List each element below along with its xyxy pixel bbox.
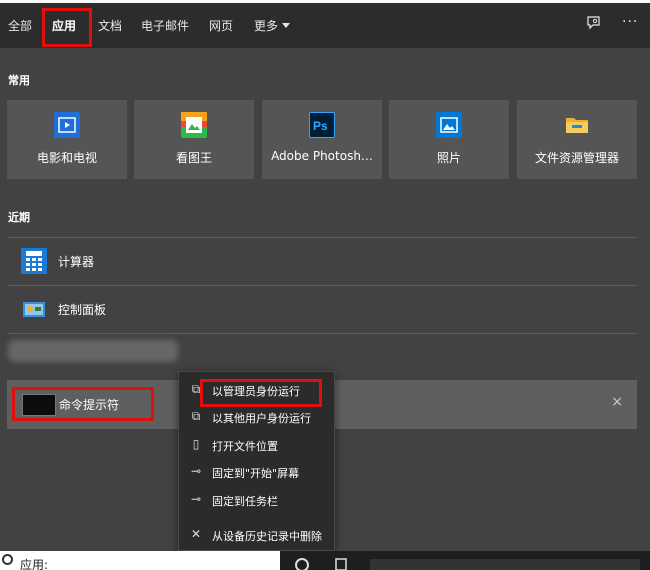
movies-tv-icon-graphic [58,117,76,133]
tab-more[interactable]: 更多 [254,17,291,34]
recent-section-title: 近期 [8,211,30,224]
open-file-location-icon: ▯ [192,437,200,451]
photoshop-icon-graphic: Ps [313,119,328,133]
highlight-apps-tab [42,8,92,47]
list-item-label: 计算器 [58,255,95,269]
photoshop-icon: Ps [309,112,335,138]
menu-item-label: 从设备历史记录中删除 [212,530,322,543]
kantuwang-icon [181,112,207,138]
file-explorer-icon [564,112,590,138]
svg-text:Ps: Ps [313,119,328,133]
photos-icon-graphic [440,117,458,133]
calculator-icon [21,248,47,274]
tile-photoshop[interactable]: Ps Adobe Photosh… [262,100,382,179]
list-item-control-panel[interactable]: 控制面板 [7,286,637,332]
menu-item-run-as-other-user[interactable]: ⧉ 以其他用户身份运行 [179,404,334,430]
search-input[interactable]: 应用: [20,556,48,570]
tile-label: 看图王 [175,151,212,165]
list-item-label: 控制面板 [58,303,107,317]
tile-photos[interactable]: 照片 [389,100,509,179]
tab-all[interactable]: 全部 [8,17,32,34]
tile-movies-tv[interactable]: 电影和电视 [7,100,127,179]
tab-web[interactable]: 网页 [209,17,233,34]
menu-item-pin-to-start[interactable]: ⊸ 固定到"开始"屏幕 [179,459,334,485]
start-search-panel: 全部 应用 文档 电子邮件 网页 更多 ··· 常用 电影和电视 看图王 Ps … [0,0,650,570]
tile-label: 照片 [436,151,461,165]
control-panel-icon [21,296,47,322]
tab-more-label: 更多 [254,19,279,33]
menu-item-label: 以其他用户身份运行 [212,412,311,425]
list-item-calculator[interactable]: 计算器 [7,238,637,284]
search-icon [2,554,13,565]
tile-label: 电影和电视 [36,151,97,165]
remove-from-history-icon: ✕ [190,527,202,541]
search-filter-bar: 全部 应用 文档 电子邮件 网页 更多 ··· [0,3,650,48]
feedback-icon-graphic [587,16,600,30]
divider [7,333,637,334]
menu-item-label: 固定到"开始"屏幕 [212,467,300,480]
more-options-icon[interactable]: ··· [622,14,638,30]
tile-kantuwang[interactable]: 看图王 [134,100,254,179]
run-as-other-user-icon: ⧉ [191,409,201,423]
control-panel-icon-graphic [23,302,45,317]
pin-start-icon: ⊸ [190,464,202,478]
redacted-content [8,340,178,362]
calculator-icon-graphic [21,248,47,274]
highlight-command-prompt [12,387,154,421]
file-explorer-icon-graphic [566,118,588,133]
taskbar-area: 应用: [0,551,650,570]
chevron-down-icon [282,23,291,28]
tile-label: Adobe Photosh… [271,149,373,163]
feedback-icon[interactable] [586,15,602,35]
search-box[interactable]: 应用: [0,551,280,570]
photos-icon [436,112,462,138]
highlight-run-as-admin [200,379,322,407]
kantuwang-icon-graphic [181,112,207,133]
menu-item-label: 打开文件位置 [212,440,278,453]
movies-tv-icon [54,112,80,138]
taskbar [280,551,650,570]
taskbar-icons [295,558,640,570]
pin-taskbar-icon: ⊸ [190,492,202,506]
menu-item-label: 固定到任务栏 [212,495,278,508]
tile-file-explorer[interactable]: 文件资源管理器 [517,100,637,179]
tab-documents[interactable]: 文档 [98,17,122,34]
menu-item-open-file-location[interactable]: ▯ 打开文件位置 [179,432,334,458]
tile-label: 文件资源管理器 [534,151,619,165]
menu-item-remove-from-history[interactable]: ✕ 从设备历史记录中删除 [179,522,334,548]
close-icon[interactable]: × [611,394,623,410]
frequent-section-title: 常用 [8,74,30,87]
tab-email[interactable]: 电子邮件 [141,17,189,34]
menu-item-pin-to-taskbar[interactable]: ⊸ 固定到任务栏 [179,487,334,513]
